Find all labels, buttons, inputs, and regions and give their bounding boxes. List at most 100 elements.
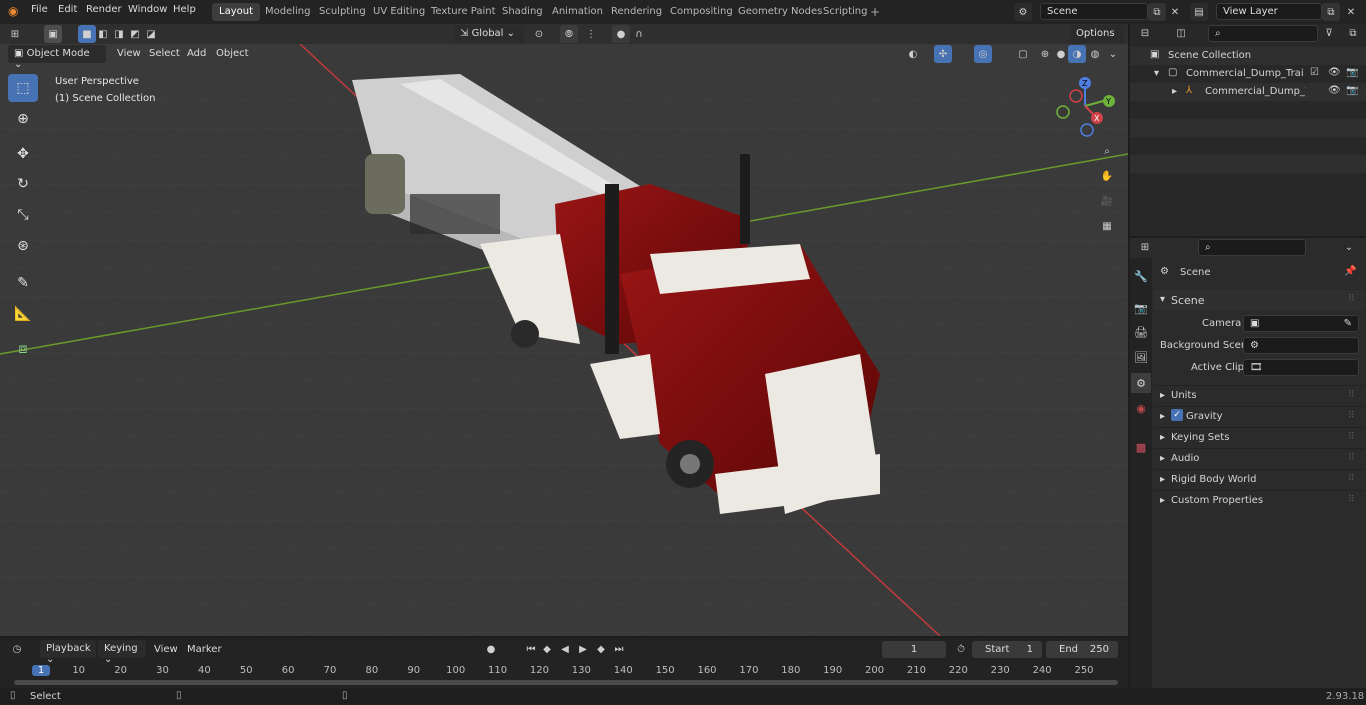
viewlayer-field[interactable]: View Layer xyxy=(1216,3,1322,20)
frame-ruler[interactable]: 1 10 20 30 40 50 60 70 80 90 100 110 120 130 140 150 160… xyxy=(0,662,1128,680)
tab-uv-editing[interactable]: UV Editing xyxy=(366,3,432,21)
xray-icon[interactable]: ▢ xyxy=(1014,45,1032,63)
shading-options-icon[interactable]: ⌄ xyxy=(1104,45,1122,63)
outliner-row-object[interactable]: ▸ ⅄ Commercial_Dump_Traile 👁 📷 xyxy=(1130,83,1366,101)
editor-type-icon[interactable]: ⊞ xyxy=(6,25,24,43)
subpanel-units[interactable]: ▸ Units ⠿ xyxy=(1154,385,1364,404)
add-workspace-icon[interactable]: + xyxy=(870,5,880,19)
next-keyframe-icon[interactable]: ◆ xyxy=(592,640,610,658)
tab-rendering[interactable]: Rendering xyxy=(604,3,669,21)
camera-field[interactable]: ▣ ✎ xyxy=(1243,315,1359,332)
properties-search-input[interactable]: ⌕ xyxy=(1198,239,1306,256)
record-icon[interactable]: ● xyxy=(482,640,500,658)
vp-menu-select[interactable]: Select xyxy=(149,48,180,59)
outliner-editor-icon[interactable]: ⊟ xyxy=(1136,24,1154,42)
rendered-shading-icon[interactable]: ◍ xyxy=(1086,45,1104,63)
orientation-dropdown[interactable]: ⇲ Global ⌄ xyxy=(454,25,524,43)
world-tab-icon[interactable]: ◉ xyxy=(1131,398,1151,418)
drag-handle-icon[interactable]: ⠿ xyxy=(1348,495,1355,505)
subpanel-keying-sets[interactable]: ▸ Keying Sets ⠿ xyxy=(1154,427,1364,446)
annotate-tool-icon[interactable]: ✎ xyxy=(8,269,38,297)
tab-compositing[interactable]: Compositing xyxy=(663,3,740,21)
tool-tab-icon[interactable]: 🔧 xyxy=(1131,266,1151,286)
viewlayer-close-icon[interactable]: ✕ xyxy=(1342,3,1360,21)
scene-selector-icon[interactable]: ⚙ xyxy=(1014,3,1032,21)
snap-icon[interactable]: ⦾ xyxy=(560,25,578,43)
timeline-editor-icon[interactable]: ◷ xyxy=(8,640,26,658)
overlay-toggle-icon[interactable]: ◎ xyxy=(974,45,992,63)
playback-dropdown[interactable]: Playback ⌄ xyxy=(40,640,96,665)
properties-options-icon[interactable]: ⌄ xyxy=(1340,238,1358,256)
tab-shading[interactable]: Shading xyxy=(495,3,550,21)
current-frame-field[interactable]: 1 xyxy=(882,641,946,658)
tab-texture-paint[interactable]: Texture Paint xyxy=(424,3,503,21)
add-cube-tool-icon[interactable]: ⧈ xyxy=(8,335,38,363)
cursor-tool-icon[interactable]: ⊕ xyxy=(8,105,38,133)
zoom-icon[interactable]: ⌕ xyxy=(1098,142,1116,160)
select-tool-icon[interactable]: ⬚ xyxy=(8,74,38,102)
jump-end-icon[interactable]: ⏭ xyxy=(610,640,628,658)
subpanel-custom-properties[interactable]: ▸ Custom Properties ⠿ xyxy=(1154,490,1364,509)
scene-copy-icon[interactable]: ⧉ xyxy=(1148,3,1166,21)
menu-help[interactable]: Help xyxy=(173,4,196,15)
outliner-search-input[interactable]: ⌕ xyxy=(1208,25,1318,42)
camera-icon[interactable]: 📷 xyxy=(1346,67,1358,78)
scale-tool-icon[interactable]: ⤡ xyxy=(8,201,38,229)
drag-handle-icon[interactable]: ⠿ xyxy=(1348,294,1355,304)
eye-icon[interactable]: 👁 xyxy=(1328,85,1341,96)
subpanel-gravity[interactable]: ▸ ✓ Gravity ⠿ xyxy=(1154,406,1364,425)
filter-icon[interactable]: ⊽ xyxy=(1320,24,1338,42)
drag-handle-icon[interactable]: ⠿ xyxy=(1348,432,1355,442)
active-clip-field[interactable]: 🎞 xyxy=(1243,359,1359,376)
measure-tool-icon[interactable]: 📐 xyxy=(8,300,38,328)
blender-logo-icon[interactable]: ◉ xyxy=(8,4,18,18)
pin-icon[interactable]: 📌 xyxy=(1344,266,1356,277)
move-tool-icon[interactable]: ✥ xyxy=(8,140,38,168)
keying-dropdown[interactable]: Keying ⌄ xyxy=(98,640,146,665)
menu-window[interactable]: Window xyxy=(128,4,167,15)
options-dropdown[interactable]: Options ⌄ xyxy=(1070,25,1124,50)
rotate-tool-icon[interactable]: ↻ xyxy=(8,170,38,198)
camera-view-icon[interactable]: 🎥 xyxy=(1098,192,1116,210)
play-icon[interactable]: ▶ xyxy=(574,640,592,658)
visibility-icon[interactable]: ◐ xyxy=(904,45,922,63)
drag-handle-icon[interactable]: ⠿ xyxy=(1348,411,1355,421)
timeline-menu-marker[interactable]: Marker xyxy=(187,644,222,655)
snap-target-icon[interactable]: ⋮ xyxy=(582,25,600,43)
scene-panel-header[interactable]: ▾ Scene ⠿ xyxy=(1154,290,1364,310)
new-collection-icon[interactable]: ⧉ xyxy=(1344,24,1362,42)
pivot-icon[interactable]: ⊙ xyxy=(530,25,548,43)
outliner-row-root[interactable]: ▣ Scene Collection xyxy=(1130,47,1366,65)
menu-edit[interactable]: Edit xyxy=(58,4,77,15)
end-frame-field[interactable]: End 250 xyxy=(1046,641,1118,658)
vp-menu-add[interactable]: Add xyxy=(187,48,206,59)
falloff-icon[interactable]: ∩ xyxy=(630,25,648,43)
tab-modeling[interactable]: Modeling xyxy=(258,3,318,21)
prev-keyframe-icon[interactable]: ◆ xyxy=(538,640,556,658)
pan-hand-icon[interactable]: ✋ xyxy=(1098,167,1116,185)
transform-tool-icon[interactable]: ⊛ xyxy=(8,232,38,260)
play-reverse-icon[interactable]: ◀ xyxy=(556,640,574,658)
render-tab-icon[interactable]: 📷 xyxy=(1131,298,1151,318)
start-frame-field[interactable]: Start 1 xyxy=(972,641,1042,658)
subpanel-audio[interactable]: ▸ Audio ⠿ xyxy=(1154,448,1364,467)
viewlayer-copy-icon[interactable]: ⧉ xyxy=(1322,3,1340,21)
timeline-scrollbar[interactable] xyxy=(14,680,1118,685)
camera-icon[interactable]: 📷 xyxy=(1346,85,1358,96)
scene-tab-icon[interactable]: ⚙ xyxy=(1131,373,1151,393)
navigation-gizmo[interactable]: Z Y X xyxy=(1050,74,1120,138)
menu-file[interactable]: File xyxy=(31,4,48,15)
expand-icon[interactable]: ▾ xyxy=(1154,68,1159,79)
tab-sculpting[interactable]: Sculpting xyxy=(312,3,373,21)
tab-scripting[interactable]: Scripting xyxy=(816,3,874,21)
expand-icon[interactable]: ▸ xyxy=(1172,86,1177,97)
subpanel-rigid-body-world[interactable]: ▸ Rigid Body World ⠿ xyxy=(1154,469,1364,488)
timeline-menu-view[interactable]: View xyxy=(154,644,178,655)
outliner-display-icon[interactable]: ◫ xyxy=(1172,24,1190,42)
gravity-checkbox[interactable]: ✓ xyxy=(1171,409,1183,421)
eye-icon[interactable]: 👁 xyxy=(1328,67,1341,78)
vp-menu-view[interactable]: View xyxy=(117,48,141,59)
viewlayer-selector-icon[interactable]: ▤ xyxy=(1190,3,1208,21)
checkbox-icon[interactable]: ☑ xyxy=(1310,67,1319,78)
gizmo-toggle-icon[interactable]: ✣ xyxy=(934,45,952,63)
